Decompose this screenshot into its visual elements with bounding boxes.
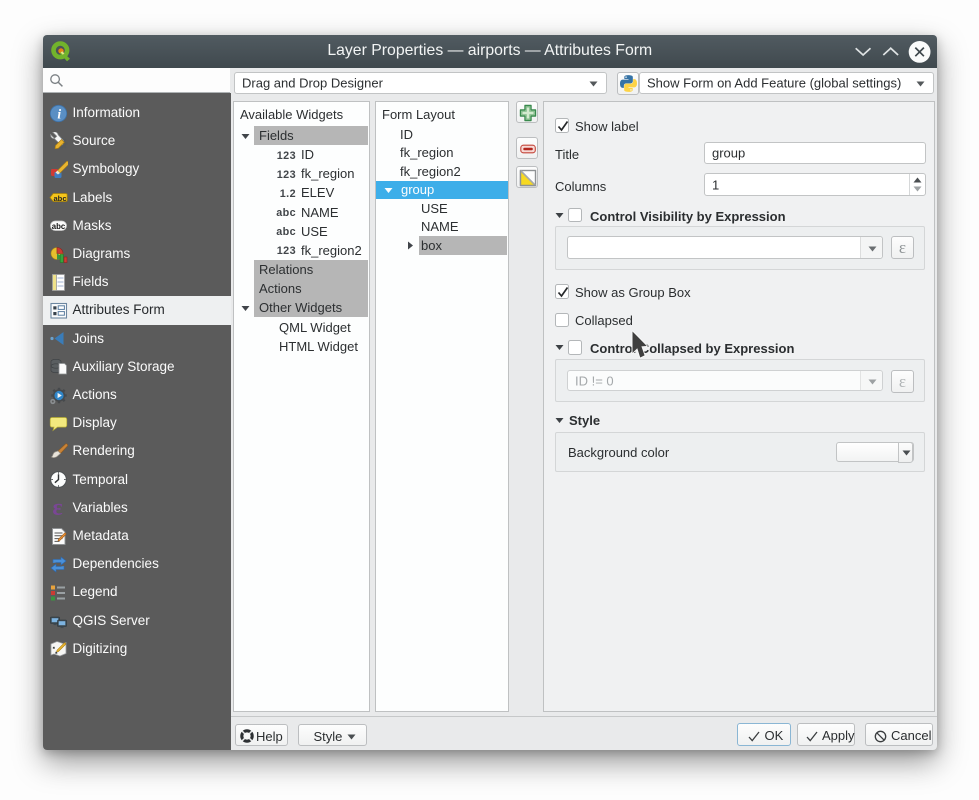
svg-text:abc: abc — [53, 194, 66, 203]
svg-text:ε: ε — [52, 498, 62, 517]
svg-text:abc: abc — [51, 222, 65, 231]
svg-text:i: i — [57, 106, 61, 121]
